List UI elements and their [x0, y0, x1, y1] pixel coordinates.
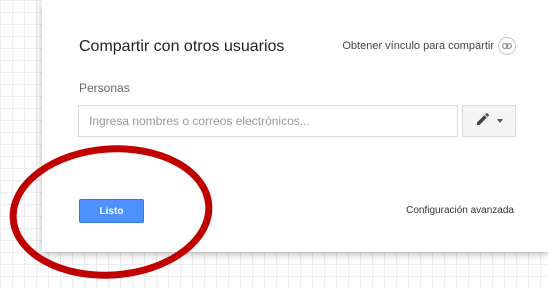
caret-down-icon — [497, 119, 503, 123]
advanced-settings-link[interactable]: Configuración avanzada — [406, 205, 514, 216]
pencil-icon — [475, 111, 491, 132]
people-input[interactable] — [78, 105, 458, 137]
people-label: Personas — [79, 81, 130, 95]
done-button[interactable]: Listo — [79, 199, 144, 223]
share-dialog: Compartir con otros usuarios Obtener vín… — [42, 0, 548, 252]
get-share-link-label: Obtener vínculo para compartir — [342, 40, 494, 52]
get-share-link[interactable]: Obtener vínculo para compartir — [342, 37, 516, 55]
dialog-title: Compartir con otros usuarios — [79, 38, 285, 55]
link-icon — [498, 37, 516, 55]
permission-dropdown-button[interactable] — [462, 105, 516, 137]
